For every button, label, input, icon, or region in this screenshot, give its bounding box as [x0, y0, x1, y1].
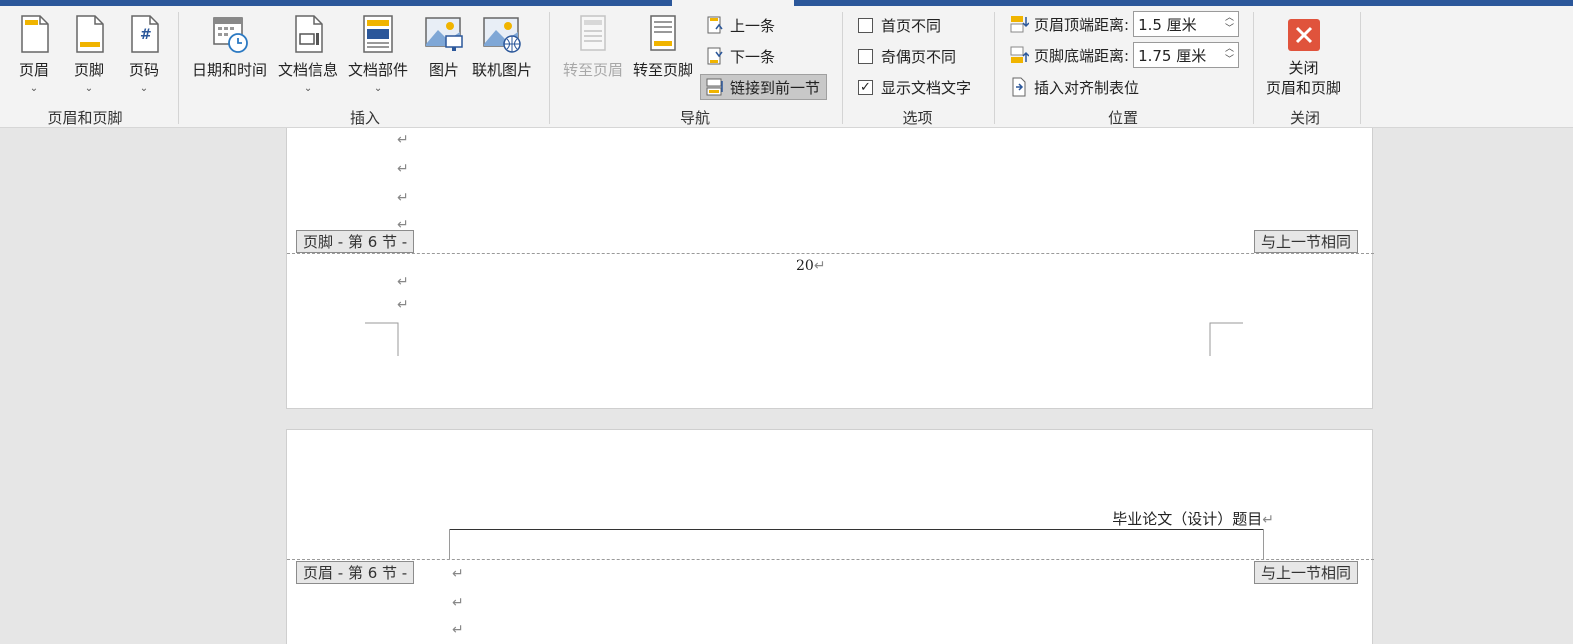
header-underline — [449, 529, 1264, 530]
header-distance-icon — [1010, 16, 1029, 33]
footer-button[interactable]: 页脚 ⌄ — [69, 14, 109, 94]
group-divider — [842, 12, 843, 124]
paragraph-mark: ↵ — [452, 595, 464, 611]
checkbox-unchecked[interactable] — [858, 48, 873, 64]
margin-crop-mark — [1209, 322, 1243, 356]
same-as-previous-tag: 与上一节相同 — [1254, 230, 1359, 253]
page-number-icon: # — [131, 15, 159, 53]
goto-footer-button[interactable]: 转至页脚 — [633, 14, 693, 80]
header-text[interactable]: 毕业论文（设计）题目↵ — [1112, 508, 1274, 529]
paragraph-mark: ↵ — [397, 190, 409, 206]
header-icon — [21, 15, 49, 53]
chevron-down-icon: ⌄ — [139, 83, 149, 94]
footer-bottom-distance: 页脚底端距离: 1.75 厘米 ︿ ﹀ — [1009, 42, 1240, 68]
group-label-position: 位置 — [1107, 109, 1138, 127]
chevron-down-icon: ⌄ — [373, 83, 383, 94]
group-divider — [994, 12, 995, 124]
spin-up-icon[interactable]: ︿ — [1225, 13, 1234, 24]
next-button[interactable]: 下一条 — [705, 43, 775, 69]
same-as-previous-tag: 与上一节相同 — [1254, 561, 1359, 584]
spin-up-icon[interactable]: ︿ — [1225, 44, 1234, 55]
page-2: 毕业论文（设计）题目↵ 页眉 - 第 6 节 - 与上一节相同 ↵ ↵ ↵ — [286, 429, 1374, 644]
doc-info-button[interactable]: 文档信息 ⌄ — [278, 14, 338, 94]
footer-section-tag: 页脚 - 第 6 节 - — [296, 230, 415, 253]
group-divider — [549, 12, 550, 124]
paragraph-mark: ↵ — [452, 622, 464, 638]
calendar-clock-icon — [212, 17, 248, 53]
online-picture-icon — [483, 17, 521, 53]
different-first-page-checkbox[interactable]: 首页不同 — [858, 12, 941, 38]
group-label-header-footer: 页眉和页脚 — [47, 109, 123, 127]
page-number-field[interactable]: 20↵ — [796, 258, 826, 274]
doc-info-icon — [295, 15, 323, 53]
doc-parts-icon — [363, 15, 393, 53]
header-top-spinner[interactable]: 1.5 厘米 ︿ ﹀ — [1133, 11, 1240, 37]
paragraph-mark: ↵ — [452, 566, 464, 582]
chevron-down-icon: ⌄ — [303, 83, 313, 94]
footer-boundary-line — [287, 253, 1374, 254]
group-label-close: 关闭 — [1289, 109, 1320, 127]
paragraph-mark: ↵ — [397, 132, 409, 148]
margin-crop-mark — [365, 322, 399, 356]
chevron-down-icon: ⌄ — [84, 83, 94, 94]
footer-distance-icon — [1010, 46, 1029, 63]
goto-header-button[interactable]: 转至页眉 — [563, 14, 623, 80]
group-divider — [1360, 12, 1361, 124]
picture-icon — [425, 17, 463, 51]
different-odd-even-checkbox[interactable]: 奇偶页不同 — [858, 43, 956, 69]
ribbon: 页眉 ⌄ 页脚 ⌄ # 页码 ⌄ 页眉和页脚 日期和时间 文档信息 ⌄ 文档部件… — [0, 6, 1573, 128]
group-divider — [178, 12, 179, 124]
paragraph-mark: ↵ — [397, 161, 409, 177]
svg-text:#: # — [140, 27, 152, 43]
checkmark-icon[interactable]: ✓ — [858, 79, 873, 95]
header-top-distance: 页眉顶端距离: 1.5 厘米 ︿ ﹀ — [1009, 11, 1240, 37]
show-doc-text-checkbox[interactable]: ✓ 显示文档文字 — [858, 74, 971, 100]
spin-down-icon[interactable]: ﹀ — [1225, 24, 1234, 35]
close-header-footer-button[interactable]: 关闭 页眉和页脚 — [1266, 18, 1341, 98]
align-tab-icon — [1012, 77, 1026, 97]
footer-bottom-spinner[interactable]: 1.75 厘米 ︿ ﹀ — [1133, 42, 1240, 68]
doc-parts-button[interactable]: 文档部件 ⌄ — [348, 14, 408, 94]
datetime-button[interactable]: 日期和时间 — [192, 14, 267, 80]
goto-footer-icon — [650, 15, 676, 51]
group-divider — [1253, 12, 1254, 124]
header-boundary-line — [287, 559, 1374, 560]
page-number-button[interactable]: # 页码 ⌄ — [124, 14, 164, 94]
spin-down-icon[interactable]: ﹀ — [1225, 55, 1234, 66]
previous-section-icon — [707, 16, 723, 34]
group-label-navigation: 导航 — [679, 109, 710, 127]
insert-align-tab-button[interactable]: 插入对齐制表位 — [1009, 74, 1139, 100]
footer-icon — [76, 15, 104, 53]
picture-button[interactable]: 图片 — [424, 14, 464, 80]
online-picture-button[interactable]: 联机图片 — [472, 14, 532, 80]
group-label-options: 选项 — [902, 109, 933, 127]
paragraph-mark: ↵ — [397, 297, 409, 313]
header-button[interactable]: 页眉 ⌄ — [14, 14, 54, 94]
header-section-tag: 页眉 - 第 6 节 - — [296, 561, 415, 584]
paragraph-mark: ↵ — [397, 274, 409, 290]
page-1: ↵ ↵ ↵ ↵ 页脚 - 第 6 节 - 与上一节相同 20↵ ↵ ↵ — [286, 128, 1374, 409]
margin-crop-mark — [449, 529, 450, 559]
goto-header-icon — [580, 15, 606, 51]
checkbox-unchecked[interactable] — [858, 17, 873, 33]
group-label-insert: 插入 — [349, 109, 380, 127]
margin-crop-mark — [1263, 529, 1264, 559]
previous-button[interactable]: 上一条 — [705, 12, 775, 38]
link-to-previous-button[interactable]: 链接到前一节 — [700, 74, 828, 100]
next-section-icon — [707, 47, 723, 65]
close-icon — [1287, 19, 1320, 51]
link-icon — [706, 78, 723, 96]
chevron-down-icon: ⌄ — [29, 83, 39, 94]
